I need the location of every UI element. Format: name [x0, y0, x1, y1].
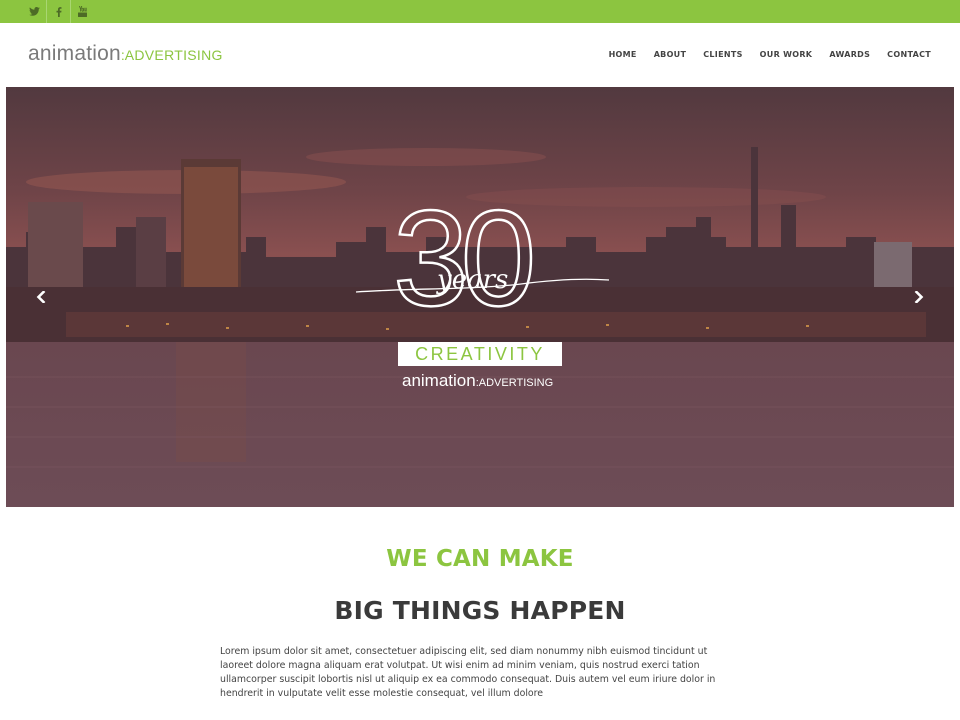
twitter-icon[interactable]	[22, 0, 46, 23]
intro-paragraph: Lorem ipsum dolor sit amet, consectetuer…	[220, 646, 716, 699]
logo-suffix: ADVERTISING	[124, 47, 223, 63]
nav-home[interactable]: HOME	[609, 50, 637, 59]
facebook-icon[interactable]	[46, 0, 70, 23]
slider-next-button[interactable]	[906, 284, 932, 310]
creativity-label: CREATIVITY	[398, 342, 562, 366]
chevron-left-icon	[36, 291, 46, 303]
anniversary-number: 30	[392, 182, 538, 334]
hero-brand-name: animation	[402, 371, 476, 390]
social-bar	[0, 0, 960, 23]
section-heading-main: BIG THINGS HAPPEN	[334, 596, 626, 625]
youtube-icon[interactable]	[70, 0, 94, 23]
site-header: animation:ADVERTISING HOME ABOUT CLIENTS…	[0, 23, 960, 87]
site-logo[interactable]: animation:ADVERTISING	[28, 42, 223, 66]
years-script: years	[437, 265, 509, 295]
chevron-right-icon	[914, 291, 924, 303]
anniversary-badge: 30 years CREATIVITY animation:ADVERTISIN…	[351, 189, 611, 392]
nav-our-work[interactable]: OUR WORK	[760, 50, 813, 59]
main-nav: HOME ABOUT CLIENTS OUR WORK AWARDS CONTA…	[609, 50, 931, 59]
nav-clients[interactable]: CLIENTS	[703, 50, 742, 59]
hero-slider: 30 years CREATIVITY animation:ADVERTISIN…	[6, 87, 954, 507]
nav-contact[interactable]: CONTACT	[887, 50, 931, 59]
logo-name: animation	[28, 42, 121, 65]
nav-about[interactable]: ABOUT	[654, 50, 687, 59]
hero-brand: animation:ADVERTISING	[402, 371, 553, 391]
hero-brand-suffix: ADVERTISING	[478, 377, 554, 389]
slider-prev-button[interactable]	[28, 284, 54, 310]
nav-awards[interactable]: AWARDS	[829, 50, 870, 59]
section-heading-accent: WE CAN MAKE	[386, 546, 574, 572]
